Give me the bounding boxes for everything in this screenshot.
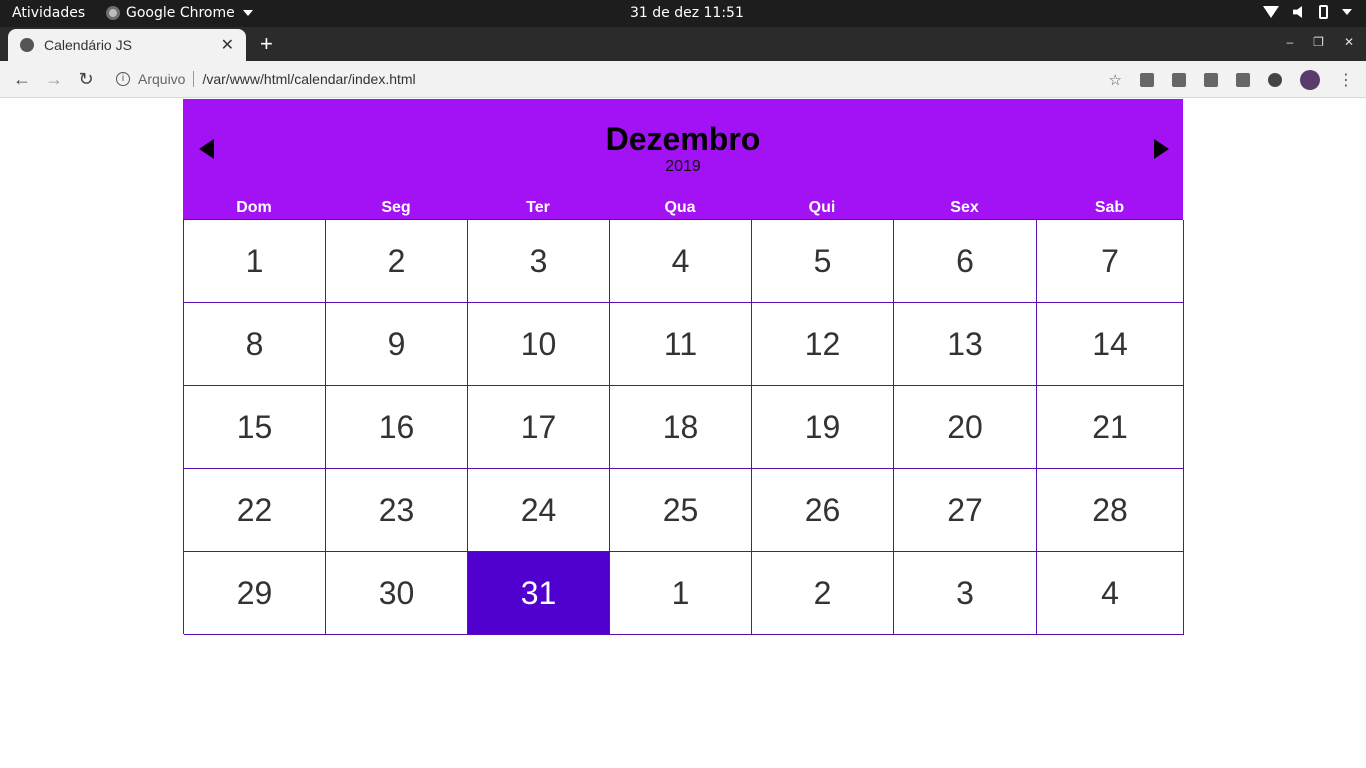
- caret-down-icon: [242, 10, 253, 16]
- extension-icon[interactable]: [1140, 73, 1154, 87]
- calendar-header: Dezembro 2019 Dom Seg Ter Qua Qui Sex Sa…: [183, 99, 1183, 219]
- day-cell[interactable]: 23: [326, 469, 468, 552]
- scheme-label: Arquivo: [138, 71, 186, 87]
- day-cell[interactable]: 25: [610, 469, 752, 552]
- extension-icon[interactable]: [1236, 73, 1250, 87]
- weekday-label: Sex: [950, 199, 979, 216]
- weekday-header: Dom Seg Ter Qua Qui Sex Sab: [183, 199, 1183, 219]
- extension-icon[interactable]: [1172, 73, 1186, 87]
- globe-icon: [20, 38, 34, 52]
- day-cell[interactable]: 19: [752, 386, 894, 469]
- day-cell[interactable]: 4: [610, 220, 752, 303]
- day-cell[interactable]: 14: [1037, 303, 1184, 386]
- day-cell[interactable]: 4: [1037, 552, 1184, 635]
- day-cell[interactable]: 1: [610, 552, 752, 635]
- star-icon[interactable]: ☆: [1109, 71, 1122, 89]
- day-cell[interactable]: 15: [184, 386, 326, 469]
- day-cell[interactable]: 17: [468, 386, 610, 469]
- tab-title: Calendário JS: [44, 37, 132, 53]
- back-arrow-icon[interactable]: ←: [6, 69, 38, 90]
- maximize-button[interactable]: ❐: [1313, 35, 1324, 49]
- day-cell[interactable]: 11: [610, 303, 752, 386]
- extension-icon[interactable]: [1204, 73, 1218, 87]
- browser-toolbar: ← → ↻ i Arquivo /var/www/html/calendar/i…: [0, 61, 1366, 98]
- day-cell[interactable]: 2: [326, 220, 468, 303]
- day-cell[interactable]: 1: [184, 220, 326, 303]
- day-cell[interactable]: 26: [752, 469, 894, 552]
- day-cell[interactable]: 7: [1037, 220, 1184, 303]
- month-title: Dezembro: [605, 121, 761, 157]
- new-tab-button[interactable]: +: [260, 31, 273, 57]
- chrome-icon: [106, 6, 120, 20]
- day-cell[interactable]: 18: [610, 386, 752, 469]
- url-text[interactable]: /var/www/html/calendar/index.html: [202, 71, 415, 87]
- day-cell[interactable]: 13: [894, 303, 1037, 386]
- close-tab-icon[interactable]: ✕: [221, 35, 234, 55]
- day-cell[interactable]: 20: [894, 386, 1037, 469]
- day-cell[interactable]: 29: [184, 552, 326, 635]
- day-cell[interactable]: 2: [752, 552, 894, 635]
- day-cell[interactable]: 10: [468, 303, 610, 386]
- system-tray[interactable]: [1263, 5, 1352, 19]
- wifi-icon: [1263, 6, 1279, 18]
- day-cell[interactable]: 22: [184, 469, 326, 552]
- day-cell[interactable]: 28: [1037, 469, 1184, 552]
- extension-icon[interactable]: [1268, 73, 1282, 87]
- calendar: Dezembro 2019 Dom Seg Ter Qua Qui Sex Sa…: [183, 99, 1184, 635]
- minimize-button[interactable]: –: [1286, 35, 1293, 49]
- volume-icon: [1293, 6, 1302, 18]
- next-month-arrow-icon[interactable]: [1154, 139, 1169, 159]
- window-controls: – ❐ ✕: [1286, 35, 1354, 49]
- day-cell[interactable]: 12: [752, 303, 894, 386]
- day-cell[interactable]: 6: [894, 220, 1037, 303]
- system-top-bar: Atividades Google Chrome 31 de dez 11:51: [0, 0, 1366, 27]
- day-cell[interactable]: 8: [184, 303, 326, 386]
- forward-arrow-icon[interactable]: →: [38, 69, 70, 90]
- day-cell[interactable]: 24: [468, 469, 610, 552]
- day-cell[interactable]: 16: [326, 386, 468, 469]
- day-cell[interactable]: 3: [468, 220, 610, 303]
- weekday-label: Qui: [808, 199, 836, 216]
- clock[interactable]: 31 de dez 11:51: [630, 5, 744, 21]
- day-cell[interactable]: 21: [1037, 386, 1184, 469]
- more-vert-icon[interactable]: ⋮: [1338, 70, 1354, 90]
- day-cell[interactable]: 30: [326, 552, 468, 635]
- weekday-label: Qua: [664, 199, 696, 216]
- caret-down-icon: [1342, 9, 1352, 15]
- battery-icon: [1319, 5, 1328, 19]
- day-cell[interactable]: 9: [326, 303, 468, 386]
- address-bar[interactable]: i Arquivo /var/www/html/calendar/index.h…: [116, 71, 416, 87]
- days-grid: 1 2 3 4 5 6 7 8 9 10 11 12 13 14 15 16 17 18 19 20 21 22 23 24 2…: [183, 219, 1184, 635]
- weekday-label: Sab: [1094, 199, 1125, 216]
- avatar[interactable]: [1300, 70, 1320, 90]
- tab-calendario[interactable]: Calendário JS ✕: [8, 29, 246, 61]
- tab-strip: Calendário JS ✕ + – ❐ ✕: [0, 27, 1366, 61]
- close-window-button[interactable]: ✕: [1344, 35, 1354, 49]
- toolbar-actions: ☆ ⋮: [1109, 70, 1354, 90]
- app-menu[interactable]: Google Chrome: [106, 5, 253, 21]
- weekday-label: Seg: [381, 199, 411, 216]
- day-cell-today[interactable]: 31: [468, 552, 610, 635]
- weekday-label: Ter: [526, 199, 550, 216]
- year-label: 2019: [665, 158, 701, 175]
- app-menu-label: Google Chrome: [126, 5, 235, 21]
- divider: [193, 71, 195, 87]
- info-icon[interactable]: i: [116, 72, 130, 86]
- activities-button[interactable]: Atividades: [12, 5, 85, 21]
- day-cell[interactable]: 27: [894, 469, 1037, 552]
- day-cell[interactable]: 5: [752, 220, 894, 303]
- reload-icon[interactable]: ↻: [70, 69, 102, 90]
- day-cell[interactable]: 3: [894, 552, 1037, 635]
- weekday-label: Dom: [236, 199, 272, 216]
